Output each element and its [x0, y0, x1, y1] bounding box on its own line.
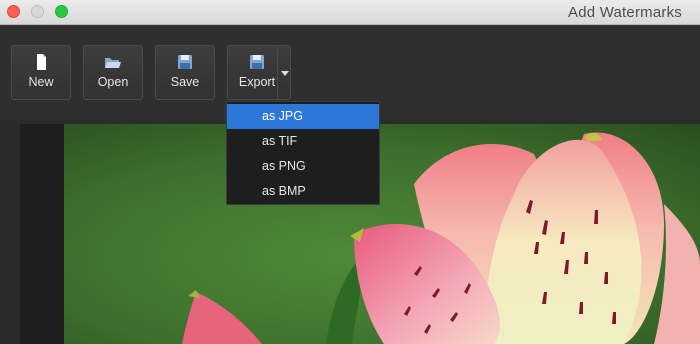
save-disk-icon [178, 55, 192, 69]
open-folder-icon [105, 58, 121, 68]
export-menu-toggle[interactable] [277, 45, 291, 100]
canvas-left-margin [20, 124, 64, 344]
menu-item-as-tif[interactable]: as TIF [227, 129, 379, 154]
title-bar: Add Watermarks [0, 0, 700, 25]
menu-item-as-bmp[interactable]: as BMP [227, 179, 379, 204]
open-button[interactable]: Open [83, 45, 143, 100]
export-dropdown-menu: as JPG as TIF as PNG as BMP [226, 101, 380, 205]
export-disk-icon [250, 55, 264, 69]
save-button-label: Save [170, 75, 200, 89]
minimize-window-button[interactable] [31, 5, 44, 18]
image-preview [64, 124, 700, 344]
new-button[interactable]: New [11, 45, 71, 100]
close-window-button[interactable] [7, 5, 20, 18]
chevron-down-icon [281, 71, 289, 76]
maximize-window-button[interactable] [55, 5, 68, 18]
flower-photo [64, 124, 700, 344]
menu-item-as-jpg[interactable]: as JPG [227, 104, 379, 129]
new-button-label: New [28, 75, 54, 89]
new-document-icon [37, 54, 46, 70]
open-button-label: Open [97, 75, 129, 89]
menu-item-as-png[interactable]: as PNG [227, 154, 379, 179]
save-button[interactable]: Save [155, 45, 215, 100]
window-title: Add Watermarks [568, 4, 682, 21]
